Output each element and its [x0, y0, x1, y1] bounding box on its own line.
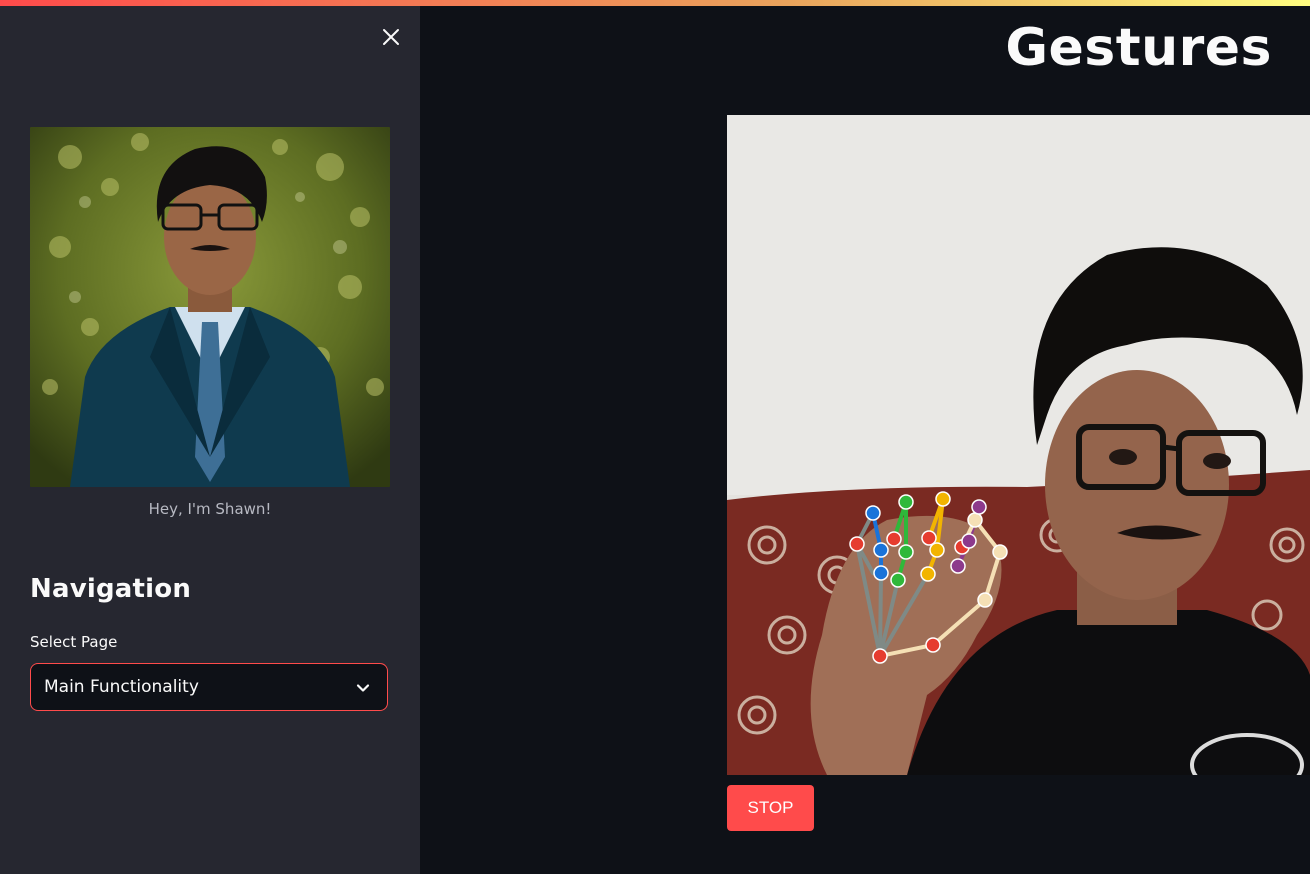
- profile-caption: Hey, I'm Shawn!: [148, 500, 272, 518]
- webcam-video-feed: [727, 115, 1310, 775]
- stop-button[interactable]: STOP: [727, 785, 814, 831]
- header-decoration-bar: [0, 0, 1310, 6]
- profile-photo: [30, 127, 390, 487]
- chevron-down-icon: [356, 684, 370, 692]
- close-icon: [383, 29, 399, 45]
- page-select-value: Main Functionality: [44, 677, 199, 697]
- page-title: Gestures: [1005, 20, 1272, 74]
- close-sidebar-button[interactable]: [378, 24, 404, 50]
- page-select[interactable]: Main Functionality: [30, 663, 388, 711]
- select-page-label: Select Page: [30, 633, 118, 651]
- sidebar: Hey, I'm Shawn! Navigation Select Page M…: [0, 0, 420, 874]
- navigation-heading: Navigation: [30, 574, 192, 604]
